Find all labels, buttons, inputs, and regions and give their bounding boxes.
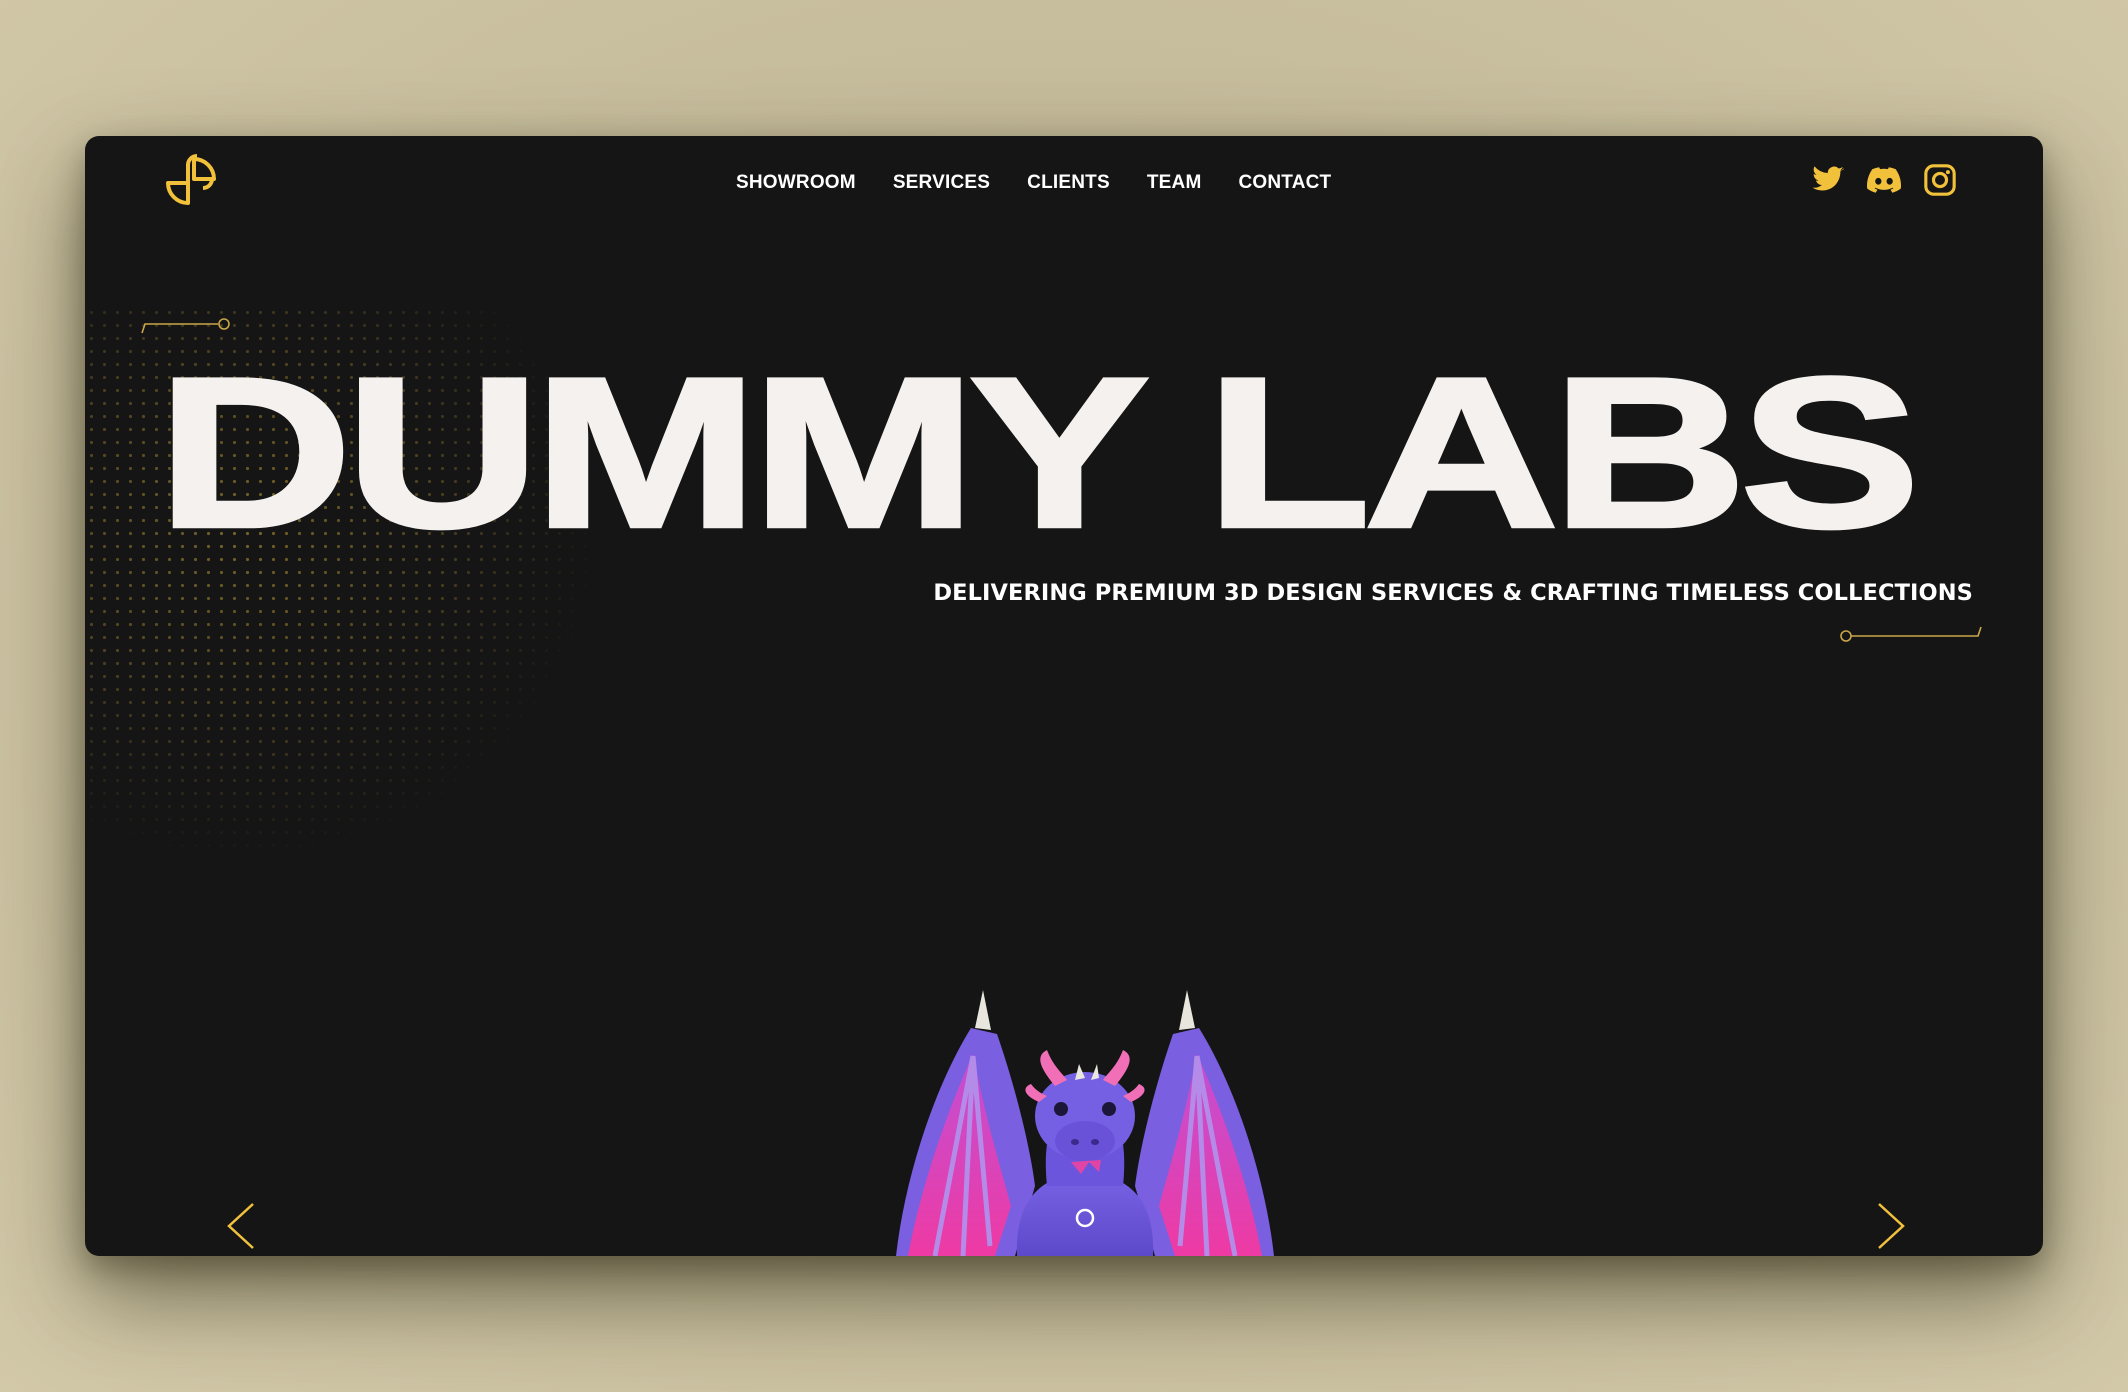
accent-line-bottom-right — [1840, 626, 1982, 642]
nav-contact[interactable]: CONTACT — [1238, 171, 1331, 195]
chevron-left-icon[interactable] — [223, 1201, 259, 1251]
nav-services[interactable]: SERVICES — [893, 171, 990, 195]
nav-clients[interactable]: CLIENTS — [1027, 171, 1110, 195]
browser-window: SHOWROOM SERVICES CLIENTS TEAM CONTACT D… — [85, 136, 2043, 1256]
hero-title: DUMMY LABS — [155, 332, 1923, 572]
instagram-icon[interactable] — [1923, 163, 1957, 197]
chevron-right-icon[interactable] — [1873, 1201, 1909, 1251]
nav-team[interactable]: TEAM — [1147, 171, 1202, 195]
discord-icon[interactable] — [1867, 163, 1902, 197]
logo-icon[interactable] — [161, 151, 221, 211]
twitter-icon[interactable] — [1811, 163, 1845, 197]
dragon-model[interactable] — [785, 976, 1385, 1256]
hero-tagline: DELIVERING PREMIUM 3D DESIGN SERVICES & … — [933, 580, 1973, 606]
main-nav: SHOWROOM SERVICES CLIENTS TEAM CONTACT — [736, 171, 1331, 195]
nav-showroom[interactable]: SHOWROOM — [736, 171, 856, 195]
social-links — [1811, 163, 1957, 197]
